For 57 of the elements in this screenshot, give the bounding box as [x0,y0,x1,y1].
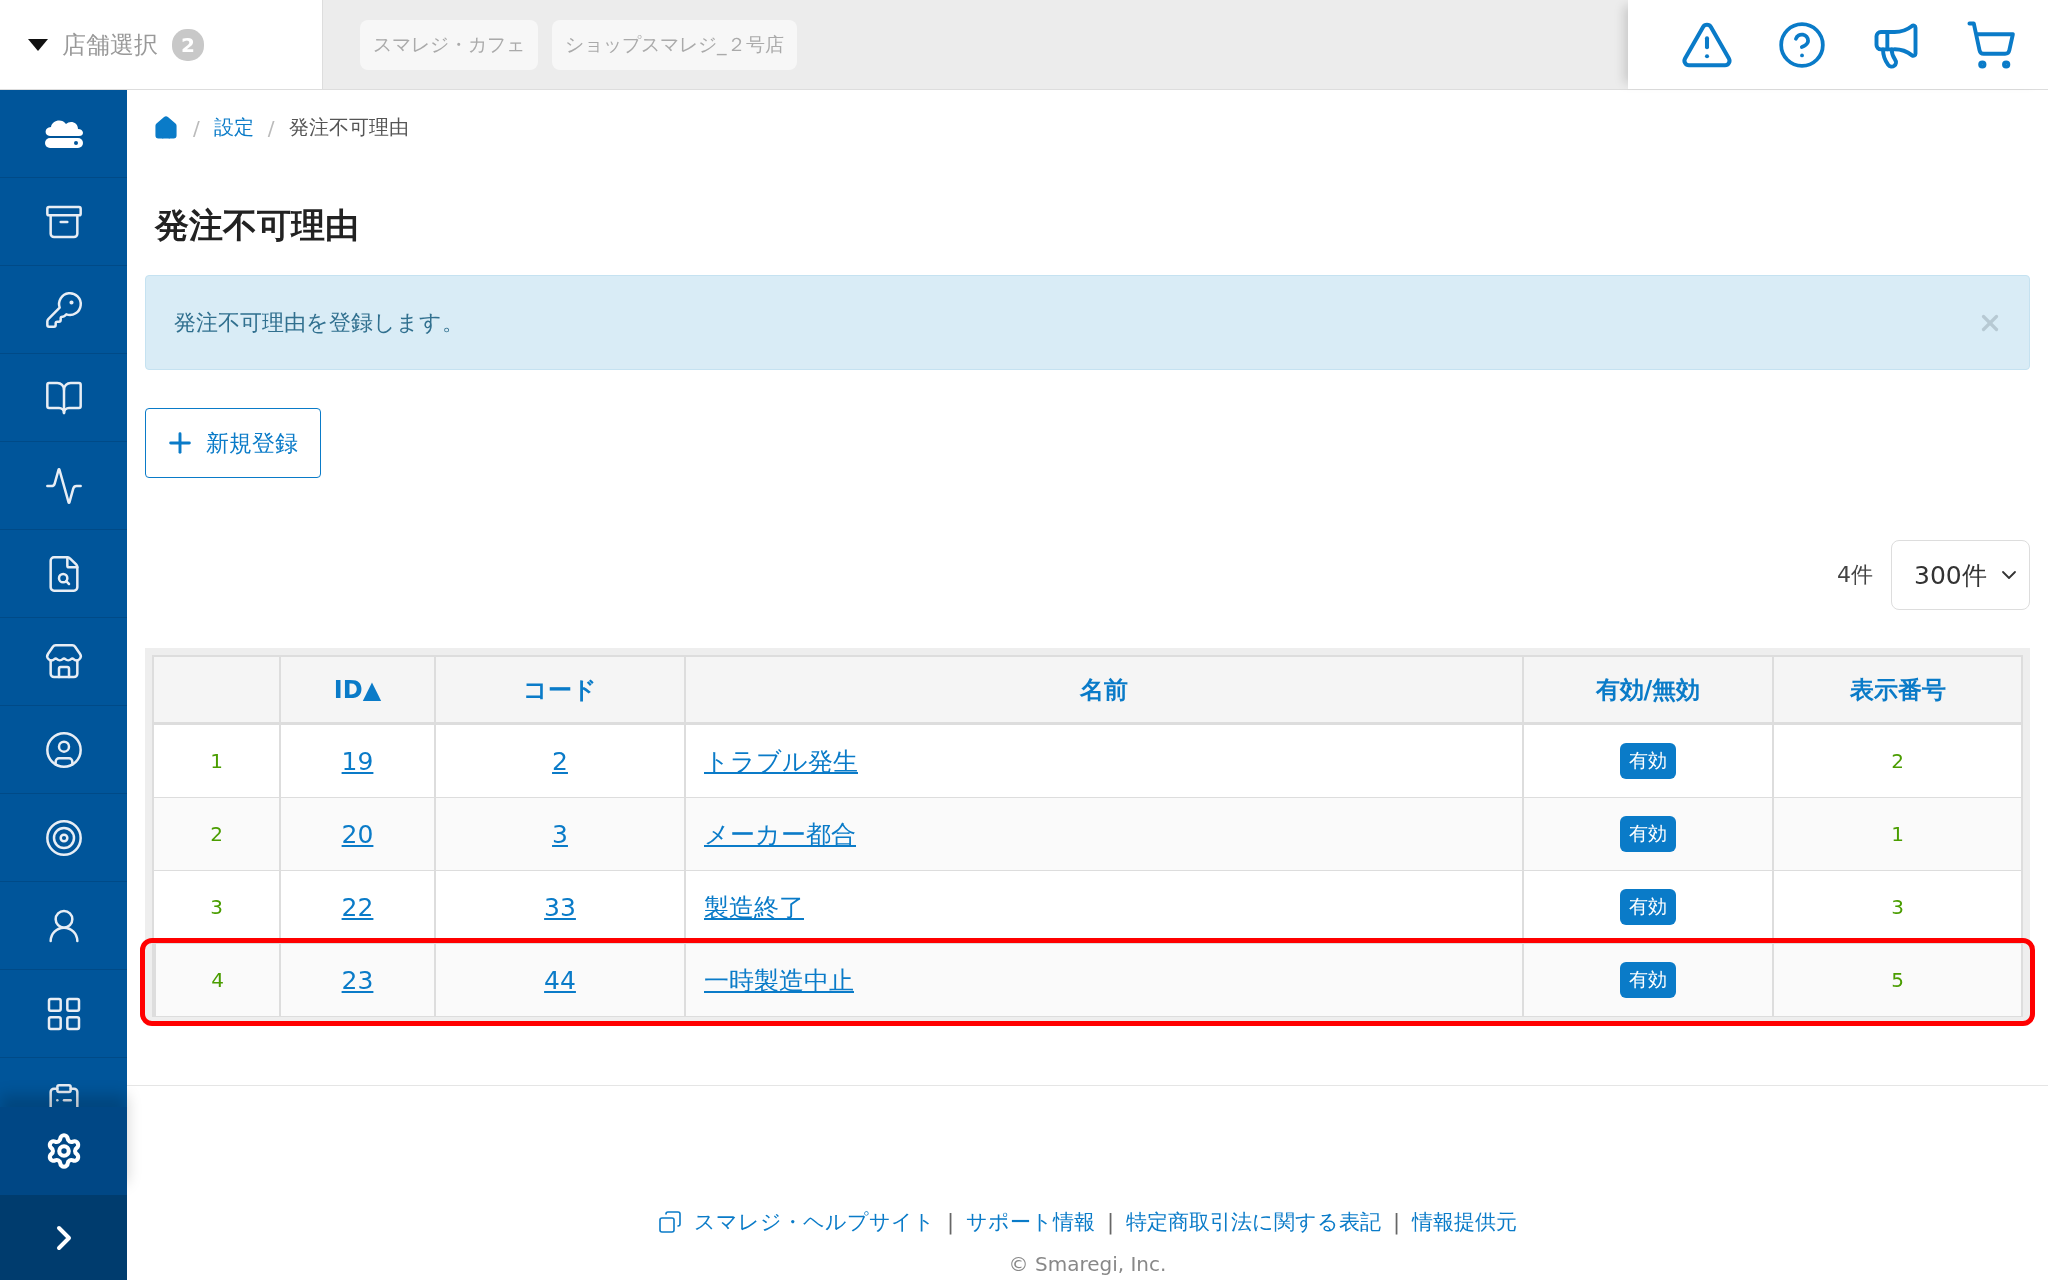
status-badge: 有効 [1620,962,1676,998]
display-order: 3 [1891,895,1904,919]
row-number: 4 [211,968,224,992]
alert-message: 発注不可理由を登録します。 [174,308,464,337]
column-header[interactable]: 有効/無効 [1595,673,1701,706]
dropdown-caret-icon[interactable] [28,38,48,51]
new-register-button[interactable]: 新規登録 [145,408,321,478]
id-link[interactable]: 19 [341,746,374,776]
breadcrumb-separator: / [267,115,275,140]
row-number: 2 [210,822,223,846]
column-header[interactable]: 名前 [1080,673,1128,706]
store-tab[interactable]: スマレジ・カフェ [360,19,538,70]
id-link[interactable]: 23 [341,965,374,995]
copyright: © Smaregi, Inc. [1008,1252,1167,1276]
display-order: 2 [1891,749,1904,773]
home-icon[interactable] [153,114,179,141]
name-link[interactable]: トラブル発生 [704,744,858,778]
settings-item[interactable] [0,1107,127,1195]
column-header[interactable]: ID▲ [333,675,382,704]
footer-separator: | [1393,1210,1401,1234]
footer-link[interactable]: サポート情報 [965,1208,1095,1236]
breadcrumb-link[interactable]: 設定 [213,114,254,141]
breadcrumb-separator: / [193,115,200,140]
page-title: 発注不可理由 [155,204,360,247]
status-badge: 有効 [1620,889,1676,925]
code-link[interactable]: 2 [552,746,568,776]
page-size-select[interactable]: 300件 [1891,540,2030,610]
footer-separator: | [1106,1210,1115,1234]
key-icon [43,289,84,330]
display-order: 5 [1891,968,1904,992]
status-badge: 有効 [1620,816,1676,852]
status-badge: 有効 [1620,743,1676,779]
result-count: 4件 [1837,561,1873,589]
breadcrumb-current: 発注不可理由 [288,114,409,141]
store-select-label[interactable]: 店舗選択 [62,28,158,61]
footer-link[interactable]: 特定商取引法に関する表記 [1126,1208,1382,1236]
column-header[interactable]: コード [523,673,597,706]
help-icon[interactable] [1776,19,1827,70]
display-order: 1 [1891,822,1904,846]
user-portrait-icon [43,729,84,770]
name-link[interactable]: メーカー都合 [704,817,856,851]
id-link[interactable]: 22 [341,892,374,922]
name-link[interactable]: 一時製造中止 [704,963,854,997]
footer-separator: | [946,1210,954,1234]
store-tab[interactable]: ショップスマレジ_２号店 [552,19,797,70]
code-link[interactable]: 3 [552,819,568,849]
code-link[interactable]: 33 [544,892,576,922]
name-link[interactable]: 製造終了 [704,890,804,924]
id-link[interactable]: 20 [341,819,374,849]
footer-link[interactable]: 情報提供元 [1412,1208,1518,1236]
row-number: 1 [210,749,223,773]
row-number: 3 [210,895,223,919]
column-header[interactable]: 表示番号 [1849,673,1946,706]
external-window-icon[interactable] [657,1210,682,1234]
code-link[interactable]: 44 [544,965,576,995]
line-graph-icon [43,465,84,506]
footer-link[interactable]: スマレジ・ヘルプサイト [693,1208,935,1236]
